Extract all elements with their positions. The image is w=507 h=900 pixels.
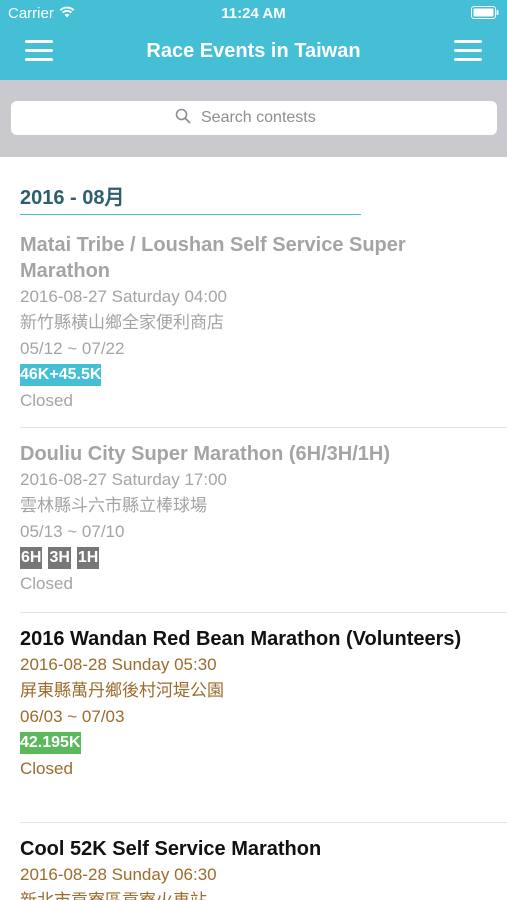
distance-tags: 42.195K	[20, 732, 487, 754]
search-input[interactable]	[199, 108, 333, 128]
divider	[20, 612, 507, 613]
distance-tags: 46K+45.5K	[20, 364, 487, 386]
event-status: Closed	[20, 574, 73, 593]
event-datetime: 2016-08-28 Sunday 06:30	[20, 865, 217, 884]
event-location: 新北市貢寮區貢寮火車站	[20, 888, 487, 900]
distance-tag: 3H	[48, 547, 71, 569]
menu-icon-right[interactable]	[454, 40, 482, 64]
event-datetime: 2016-08-27 Saturday 17:00	[20, 470, 227, 489]
distance-tag: 42.195K	[20, 732, 81, 754]
event-name: 2016 Wandan Red Bean Marathon (Volunteer…	[20, 628, 462, 650]
event-datetime: 2016-08-28 Sunday 05:30	[20, 655, 217, 674]
event-list[interactable]: 2016 - 08月 Matai Tribe / Loushan Self Se…	[0, 157, 507, 900]
event-registration-period: 05/13 ~ 07/10	[20, 522, 125, 541]
distance-tag: 1H	[76, 547, 100, 569]
search-area	[0, 80, 507, 157]
distance-tag: 6H	[20, 547, 43, 569]
search-icon	[175, 108, 191, 129]
event-location: 雲林縣斗六市縣立棒球場	[20, 496, 207, 515]
event-name: Cool 52K Self Service Marathon	[20, 838, 322, 860]
navigation-bar: Race Events in Taiwan	[0, 28, 507, 80]
event-datetime: 2016-08-27 Saturday 04:00	[20, 287, 227, 306]
event-status: Closed	[20, 759, 73, 778]
event-status: Closed	[20, 391, 73, 410]
event-location: 屏東縣萬丹鄉後村河堤公園	[20, 681, 224, 700]
event-location: 新竹縣橫山鄉全家便利商店	[20, 313, 224, 332]
list-item-event[interactable]: Douliu City Super Marathon (6H/3H/1H) 20…	[20, 441, 487, 597]
event-registration-period: 06/03 ~ 07/03	[20, 707, 125, 726]
list-item-event[interactable]: Matai Tribe / Loushan Self Service Super…	[20, 232, 487, 414]
divider	[20, 427, 507, 428]
distance-tag: 46K+45.5K	[20, 364, 102, 386]
event-name: Matai Tribe / Loushan Self Service Super…	[20, 234, 406, 282]
event-registration-period: 05/12 ~ 07/22	[20, 339, 125, 358]
clock: 11:24 AM	[221, 5, 286, 22]
list-item-event[interactable]: 2016 Wandan Red Bean Marathon (Volunteer…	[20, 626, 487, 782]
divider	[20, 822, 507, 823]
section-header: 2016 - 08月	[20, 181, 361, 215]
battery-icon	[471, 6, 499, 23]
search-bar[interactable]	[11, 101, 497, 135]
distance-tags: 6H 3H 1H	[20, 547, 487, 569]
status-bar: Carrier 11:24 AM	[0, 0, 507, 28]
page-title: Race Events in Taiwan	[146, 40, 361, 62]
event-name: Douliu City Super Marathon (6H/3H/1H)	[20, 443, 391, 465]
list-item-event[interactable]: Cool 52K Self Service Marathon 2016-08-2…	[20, 836, 487, 900]
